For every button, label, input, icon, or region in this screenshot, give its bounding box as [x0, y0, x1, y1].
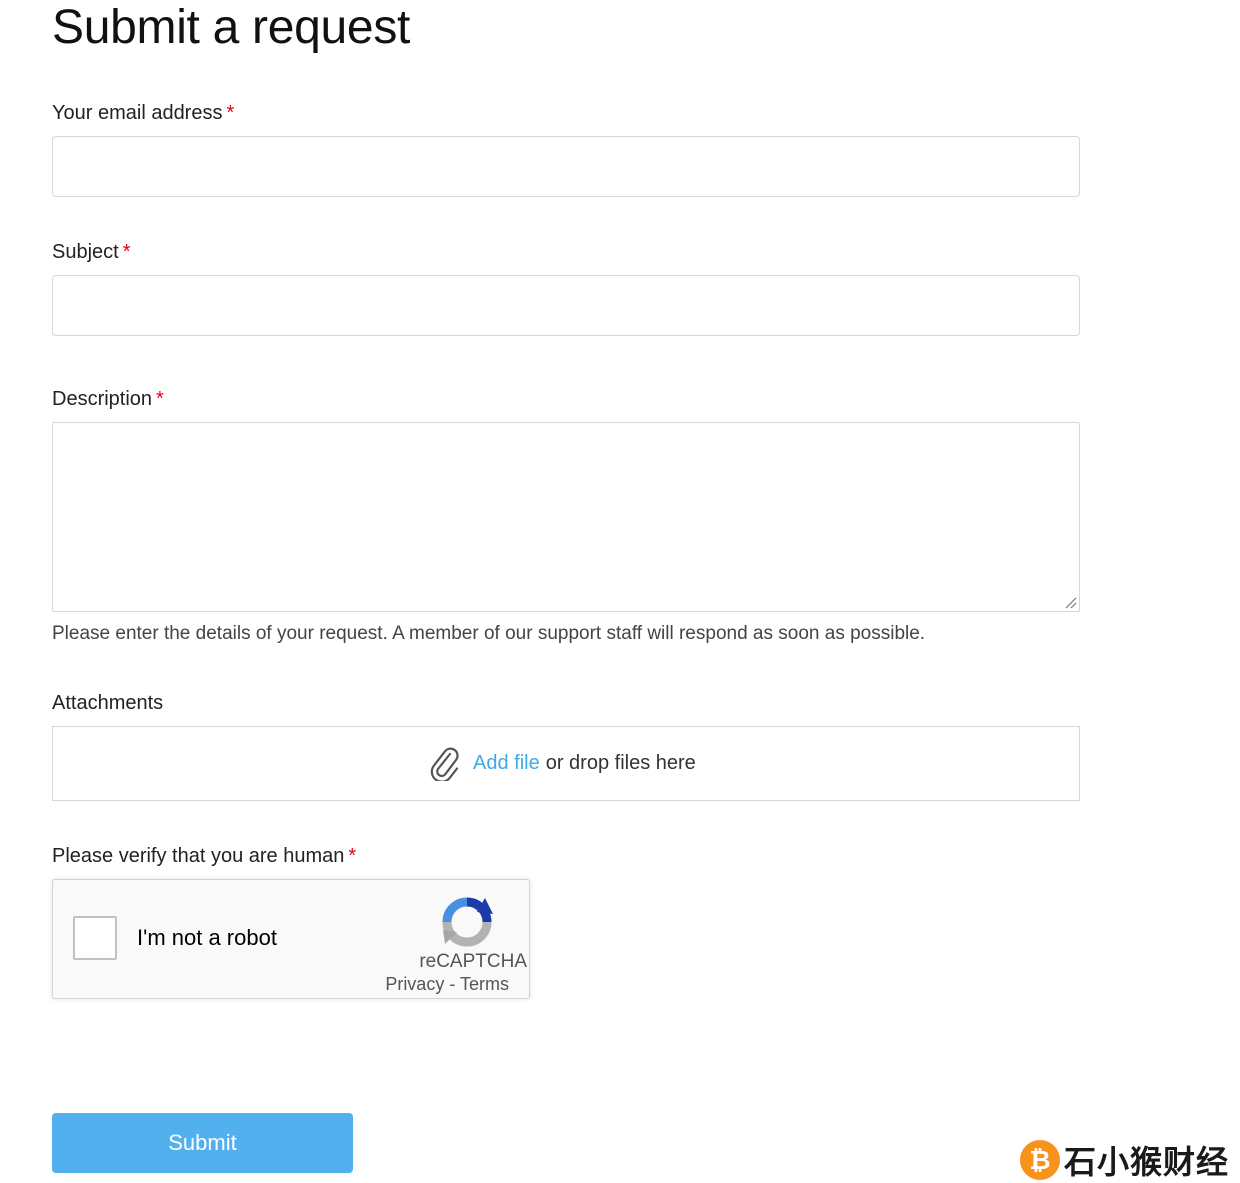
recaptcha-checkbox[interactable] — [73, 916, 117, 960]
recaptcha-logo-icon — [442, 897, 493, 947]
subject-label-text: Subject — [52, 241, 119, 263]
watermark-text: 石小猴财经 — [1064, 1143, 1230, 1181]
dropzone-content: Add file or drop files here — [429, 727, 696, 800]
attachments-dropzone[interactable]: Add file or drop files here — [52, 726, 1080, 801]
recaptcha-checkbox-label: I'm not a robot — [137, 925, 277, 950]
submit-button[interactable]: Submit — [52, 1113, 353, 1173]
recaptcha-widget: I'm not a robot reCAPTCHA Privacy - Term… — [52, 879, 530, 999]
description-hint: Please enter the details of your request… — [52, 623, 926, 644]
email-label: Your email address * — [52, 101, 234, 125]
drop-files-text: or drop files here — [545, 752, 696, 774]
required-mark: * — [122, 241, 131, 263]
paperclip-icon — [430, 747, 459, 781]
verify-label: Please verify that you are human * — [52, 844, 356, 868]
recaptcha-privacy-link[interactable]: Privacy — [385, 974, 444, 994]
description-label-text: Description — [52, 388, 153, 410]
email-label-text: Your email address — [52, 102, 223, 124]
resize-grip-icon[interactable] — [1064, 596, 1077, 609]
recaptcha-terms-link[interactable]: Terms — [460, 974, 509, 994]
description-textarea[interactable] — [52, 422, 1080, 612]
verify-label-text: Please verify that you are human — [52, 845, 345, 867]
watermark: ₿ 石小猴财经 — [1020, 1138, 1229, 1182]
subject-label: Subject * — [52, 240, 131, 264]
add-file-link[interactable]: Add file — [473, 752, 540, 775]
attachments-label: Attachments — [52, 692, 164, 714]
recaptcha-links: Privacy - Terms — [385, 974, 509, 995]
recaptcha-link-separator: - — [444, 974, 460, 994]
required-mark: * — [226, 102, 235, 124]
recaptcha-brand: reCAPTCHA — [419, 951, 527, 972]
bitcoin-icon: ₿ — [1020, 1140, 1060, 1180]
subject-input[interactable] — [52, 275, 1080, 336]
description-label: Description * — [52, 387, 164, 411]
page-title: Submit a request — [52, 1, 411, 54]
required-mark: * — [348, 845, 357, 867]
required-mark: * — [156, 388, 164, 410]
email-input[interactable] — [52, 136, 1080, 197]
